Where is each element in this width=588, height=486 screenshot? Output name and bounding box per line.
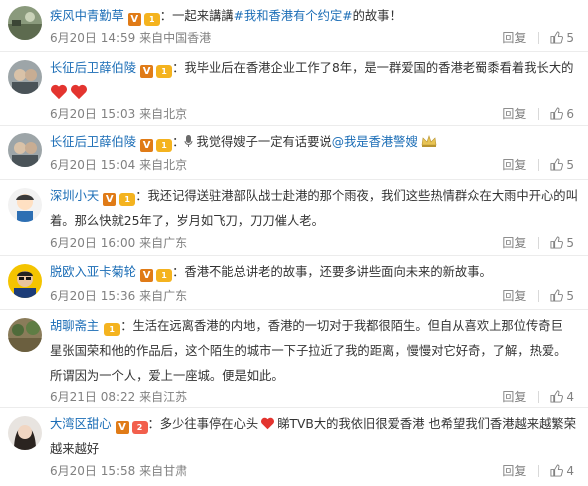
comment-text-continued: 星张国荣和他的作品后，这个陌生的城市一下子拉近了我的距离，慢慢对它好奇，了解，热… bbox=[50, 344, 567, 358]
comment-text: 深圳小天 V 1 ：我还记得送驻港部队战士赴港的那个雨夜，我们这些热情群众在大雨中开心… bbox=[50, 189, 578, 206]
red-heart-icon bbox=[51, 84, 67, 100]
like-count: 6 bbox=[566, 106, 574, 121]
level-badge: 2 bbox=[131, 421, 148, 434]
comment-text: 长征后卫薛伯陵 V 1：我觉得嫂子一定有话要说@我是香港警嫂 bbox=[50, 130, 578, 155]
avatar[interactable] bbox=[8, 188, 42, 222]
comment-text-continued: 越来越好 bbox=[50, 442, 100, 456]
comment-text: 疾风中青勤草 V 1 ：一起来講講#我和香港有个约定#的故事！ bbox=[50, 9, 402, 26]
thumbs-up-icon bbox=[550, 289, 564, 302]
level-badge: 1 bbox=[156, 139, 173, 152]
comment-text: 胡聊斋主 1 ：生活在远离香港的内地，香港的一切对于我都很陌生。但自从喜欢上那位传奇… bbox=[50, 319, 563, 336]
level-badge: 1 bbox=[119, 193, 136, 206]
like-count: 5 bbox=[566, 157, 574, 172]
verified-badge-icon: V bbox=[127, 13, 141, 26]
divider bbox=[538, 107, 540, 120]
thumbs-up-icon bbox=[550, 236, 564, 249]
comment-item: 大湾区甜心 V 2 ：多少往事停在心头 睇TVB大的我依旧很爱香港 也希望我们香港越来越… bbox=[0, 408, 588, 486]
comment-text: 长征后卫薛伯陵 V 1 ：我毕业后在香港企业工作了8年，是一群爱国的香港老蜀黍看着我长… bbox=[50, 61, 574, 78]
level-badge: 1 bbox=[104, 323, 121, 336]
like-button[interactable]: 4 bbox=[550, 390, 574, 404]
comment-item: 深圳小天 V 1 ：我还记得送驻港部队战士赴港的那个雨夜，我们这些热情群众在大雨中开心… bbox=[0, 180, 588, 256]
comment-emoji-line bbox=[50, 81, 578, 106]
thumbs-up-icon bbox=[550, 107, 564, 120]
red-heart-icon bbox=[71, 84, 87, 100]
verified-badge-icon: V bbox=[140, 65, 154, 78]
reply-button[interactable]: 回复 bbox=[502, 105, 526, 122]
comment-item: 长征后卫薛伯陵 V 1 ：我毕业后在香港企业工作了8年，是一群爱国的香港老蜀黍看着我长… bbox=[0, 52, 588, 126]
divider bbox=[538, 236, 540, 249]
verified-badge-icon: V bbox=[140, 139, 154, 152]
like-button[interactable]: 5 bbox=[550, 31, 574, 45]
like-count: 4 bbox=[566, 463, 574, 478]
comment-text: 脱欧入亚卡菊轮 V 1 ：香港不能总讲老的故事，还要多讲些面向未来的新故事。 bbox=[50, 265, 492, 282]
like-count: 5 bbox=[566, 30, 574, 45]
level-badge: 1 bbox=[156, 269, 173, 282]
thumbs-up-icon bbox=[550, 464, 564, 477]
avatar[interactable] bbox=[8, 133, 42, 167]
divider bbox=[538, 158, 540, 171]
username[interactable]: 脱欧入亚卡菊轮 bbox=[50, 265, 136, 279]
like-button[interactable]: 4 bbox=[550, 464, 574, 478]
red-heart-icon bbox=[261, 417, 275, 430]
verified-badge-icon: V bbox=[140, 269, 154, 282]
hashtag-link[interactable]: #我和香港有个约定# bbox=[234, 9, 353, 23]
username[interactable]: 疾风中青勤草 bbox=[50, 9, 124, 23]
comment-list: 疾风中青勤草 V 1 ：一起来講講#我和香港有个约定#的故事！ 6月20日 14:59… bbox=[0, 0, 588, 486]
avatar[interactable] bbox=[8, 318, 42, 352]
divider bbox=[538, 31, 540, 44]
reply-button[interactable]: 回复 bbox=[502, 29, 526, 46]
username[interactable]: 长征后卫薛伯陵 bbox=[50, 61, 136, 75]
divider bbox=[538, 390, 540, 403]
like-button[interactable]: 5 bbox=[550, 289, 574, 303]
level-badge: 1 bbox=[143, 13, 160, 26]
comment-text-continued: 所谓因为一个人，爱上一座城。便是如此。 bbox=[50, 369, 284, 383]
timestamp: 6月20日 15:58 来自甘肃 bbox=[50, 464, 188, 478]
reply-button[interactable]: 回复 bbox=[502, 156, 526, 173]
reply-button[interactable]: 回复 bbox=[502, 234, 526, 251]
avatar[interactable] bbox=[8, 264, 42, 298]
like-button[interactable]: 6 bbox=[550, 107, 574, 121]
microphone-icon bbox=[184, 135, 193, 147]
like-count: 4 bbox=[566, 389, 574, 404]
mention-link[interactable]: @我是香港警嫂 bbox=[332, 135, 418, 149]
like-button[interactable]: 5 bbox=[550, 158, 574, 172]
timestamp: 6月20日 16:00 来自广东 bbox=[50, 236, 188, 250]
reply-button[interactable]: 回复 bbox=[502, 388, 526, 405]
comment-text: 大湾区甜心 V 2 ：多少往事停在心头 睇TVB大的我依旧很爱香港 也希望我们香港越来越… bbox=[50, 417, 576, 434]
username[interactable]: 胡聊斋主 bbox=[50, 319, 99, 333]
comment-item: 脱欧入亚卡菊轮 V 1 ：香港不能总讲老的故事，还要多讲些面向未来的新故事。 6月20… bbox=[0, 256, 588, 310]
comment-item: 长征后卫薛伯陵 V 1：我觉得嫂子一定有话要说@我是香港警嫂 6月20日 15:04… bbox=[0, 126, 588, 180]
divider bbox=[538, 464, 540, 477]
verified-badge-icon: V bbox=[115, 421, 129, 434]
comment-item: 疾风中青勤草 V 1 ：一起来講講#我和香港有个约定#的故事！ 6月20日 14:59… bbox=[0, 0, 588, 52]
username[interactable]: 长征后卫薛伯陵 bbox=[50, 135, 136, 149]
thumbs-up-icon bbox=[550, 158, 564, 171]
crown-icon bbox=[421, 135, 437, 147]
username[interactable]: 深圳小天 bbox=[50, 189, 99, 203]
timestamp: 6月20日 14:59 来自中国香港 bbox=[50, 31, 212, 45]
like-button[interactable]: 5 bbox=[550, 236, 574, 250]
timestamp: 6月20日 15:03 来自北京 bbox=[50, 107, 188, 121]
divider bbox=[538, 289, 540, 302]
comment-item: 胡聊斋主 1 ：生活在远离香港的内地，香港的一切对于我都很陌生。但自从喜欢上那位传奇… bbox=[0, 310, 588, 408]
timestamp: 6月20日 15:36 来自广东 bbox=[50, 289, 188, 303]
reply-button[interactable]: 回复 bbox=[502, 462, 526, 479]
timestamp: 6月20日 15:04 来自北京 bbox=[50, 158, 188, 172]
comment-text-continued: 着。那么快就25年了，岁月如飞刀，刀刀催人老。 bbox=[50, 214, 324, 228]
level-badge: 1 bbox=[156, 65, 173, 78]
reply-button[interactable]: 回复 bbox=[502, 287, 526, 304]
avatar[interactable] bbox=[8, 6, 42, 40]
thumbs-up-icon bbox=[550, 390, 564, 403]
avatar[interactable] bbox=[8, 60, 42, 94]
like-count: 5 bbox=[566, 288, 574, 303]
verified-badge-icon: V bbox=[103, 193, 117, 206]
thumbs-up-icon bbox=[550, 31, 564, 44]
like-count: 5 bbox=[566, 235, 574, 250]
avatar[interactable] bbox=[8, 416, 42, 450]
username[interactable]: 大湾区甜心 bbox=[50, 417, 112, 431]
timestamp: 6月21日 08:22 来自江苏 bbox=[50, 390, 188, 404]
